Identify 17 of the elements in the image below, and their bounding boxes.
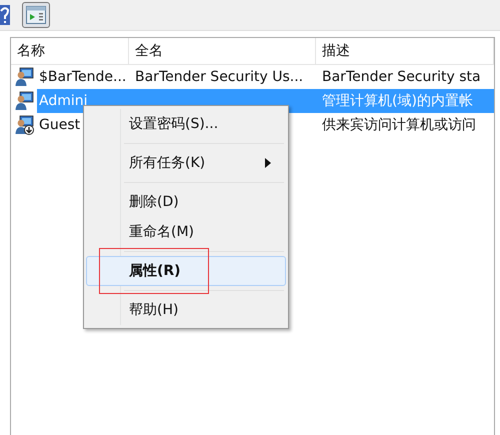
column-header[interactable]: 全名 (129, 38, 316, 64)
column-header[interactable]: 描述 (316, 38, 494, 64)
user-name[interactable]: $BarTende... (37, 65, 128, 89)
table-cell-text: 供来宾访问计算机或访问 (321, 116, 477, 135)
console-icon (26, 6, 46, 24)
menu-item[interactable]: 所有任务(K) (86, 148, 286, 178)
submenu-arrow-icon (265, 158, 271, 168)
menu-item[interactable]: 删除(D) (86, 187, 286, 217)
menu-item[interactable]: 重命名(M) (86, 217, 286, 247)
help-icon[interactable] (0, 5, 10, 25)
menu-item[interactable]: 属性(R) (86, 256, 286, 286)
table-cell-text: BarTender Security sta (321, 68, 482, 87)
column-header[interactable]: 名称 (11, 38, 129, 64)
table-cell-text: 管理计算机(域)的内置帐 (321, 92, 474, 111)
console-button[interactable] (22, 2, 50, 28)
table-cell-text: BarTender Security Us... (134, 68, 304, 87)
menu-item[interactable]: 帮助(H) (86, 295, 286, 325)
